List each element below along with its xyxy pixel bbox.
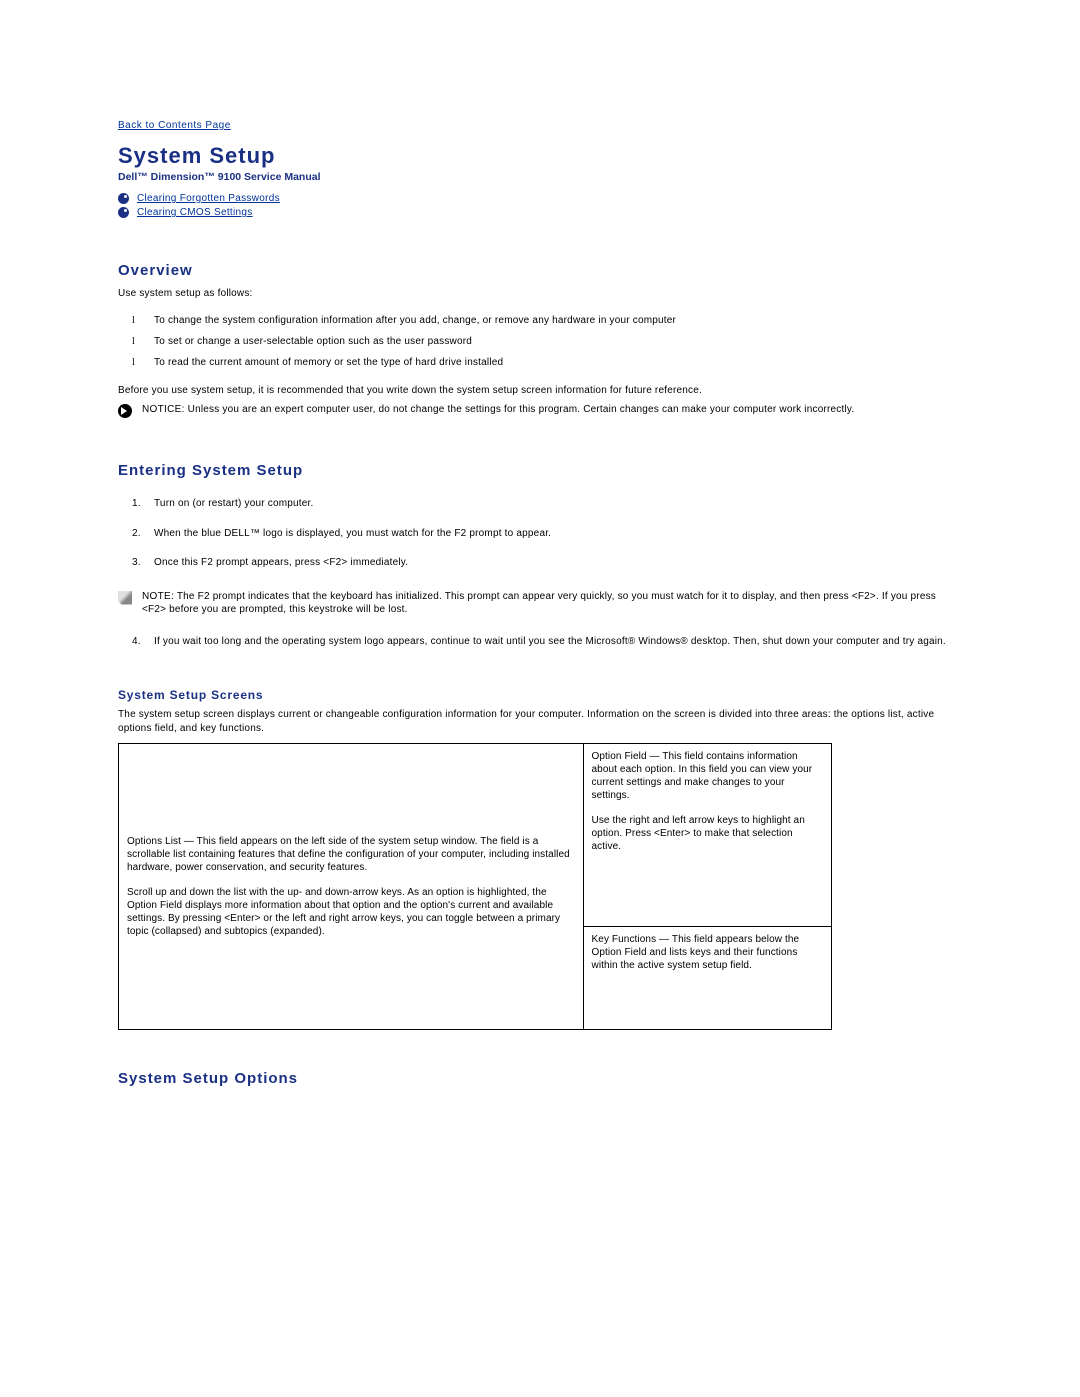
option-field-cell: Option Field — This field contains infor… — [583, 744, 831, 927]
notice-text: NOTICE: Unless you are an expert compute… — [142, 403, 854, 417]
steps-list-cont: If you wait too long and the operating s… — [118, 629, 962, 659]
screens-table: Options List — This field appears on the… — [118, 743, 832, 1030]
overview-heading: Overview — [118, 262, 962, 279]
toc-list: Clearing Forgotten Passwords Clearing CM… — [118, 193, 962, 218]
note-icon — [118, 591, 132, 605]
step-item: Once this F2 prompt appears, press <F2> … — [118, 550, 962, 580]
bullet-icon — [118, 207, 129, 218]
document-page: Back to Contents Page System Setup Dell™… — [0, 0, 1080, 1155]
options-heading: System Setup Options — [118, 1070, 962, 1087]
overview-intro: Use system setup as follows: — [118, 287, 962, 301]
entering-heading: Entering System Setup — [118, 462, 962, 479]
list-item: To change the system configuration infor… — [118, 311, 962, 332]
screens-heading: System Setup Screens — [118, 688, 962, 702]
step-item: When the blue DELL™ logo is displayed, y… — [118, 521, 962, 551]
list-item: To set or change a user-selectable optio… — [118, 332, 962, 353]
list-item: To read the current amount of memory or … — [118, 353, 962, 374]
page-title: System Setup — [118, 143, 962, 169]
back-link[interactable]: Back to Contents Page — [118, 120, 231, 131]
key-functions-cell: Key Functions — This field appears below… — [583, 927, 831, 1030]
screens-intro: The system setup screen displays current… — [118, 708, 962, 735]
bullet-icon — [118, 193, 129, 204]
steps-list: Turn on (or restart) your computer. When… — [118, 491, 962, 580]
overview-recommend: Before you use system setup, it is recom… — [118, 384, 962, 398]
notice-icon — [118, 404, 132, 418]
step-item: Turn on (or restart) your computer. — [118, 491, 962, 521]
step-item: If you wait too long and the operating s… — [118, 629, 962, 659]
options-list-cell: Options List — This field appears on the… — [119, 744, 584, 1030]
back-to-contents: Back to Contents Page — [118, 120, 962, 131]
toc-link[interactable]: Clearing Forgotten Passwords — [137, 193, 280, 204]
subtitle: Dell™ Dimension™ 9100 Service Manual — [118, 171, 962, 183]
notice-block: NOTICE: Unless you are an expert compute… — [118, 403, 962, 418]
note-block: NOTE: The F2 prompt indicates that the k… — [118, 590, 962, 617]
overview-list: To change the system configuration infor… — [118, 311, 962, 374]
toc-link[interactable]: Clearing CMOS Settings — [137, 207, 253, 218]
note-text: NOTE: The F2 prompt indicates that the k… — [142, 590, 962, 617]
